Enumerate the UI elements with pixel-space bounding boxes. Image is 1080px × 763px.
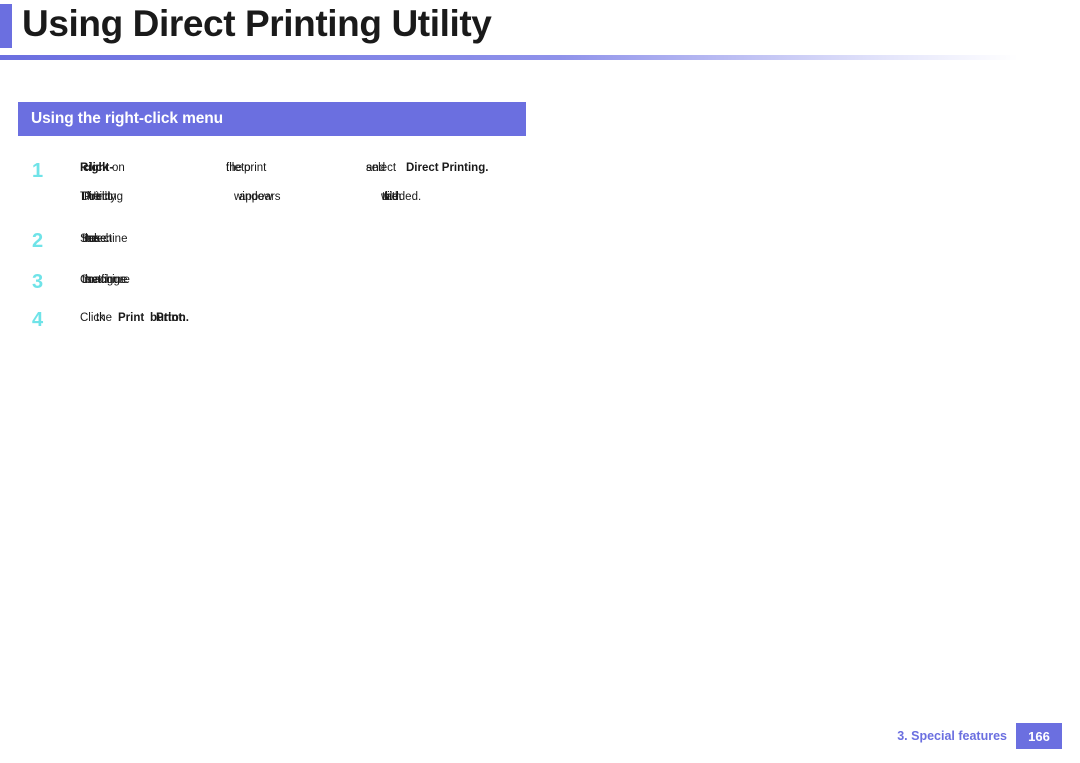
step4-seg-print-period: Print. (156, 312, 186, 324)
step1-seg-added: added. (386, 191, 422, 203)
step1-seg-appears: appears (239, 191, 281, 203)
step4-seg-print: Print (118, 312, 145, 324)
step-number: 4 (32, 309, 44, 331)
step2-seg-use: use. (88, 233, 110, 245)
step-number: 2 (32, 230, 44, 252)
header-divider (0, 55, 1018, 60)
section-heading-label: Using the right-click menu (31, 110, 224, 127)
step1-seg-click: click (83, 162, 109, 174)
step1-seg-print: print (244, 162, 267, 174)
step1-seg-file: file (226, 162, 241, 174)
footer-chapter-label: 3. Special features (897, 729, 1007, 743)
step1-seg-utility: Utility (88, 191, 117, 203)
section-heading-bar: Using the right-click menu (18, 102, 526, 136)
step4-seg-the: the (96, 312, 112, 324)
footer-page-number: 166 (1016, 723, 1062, 749)
page-footer: 3. Special features 166 (897, 723, 1062, 749)
step-number: 1 (32, 160, 44, 182)
header-accent-bar (0, 4, 12, 48)
step3-seg-settings: settings. (86, 274, 129, 286)
page-header: Using Direct Printing Utility (0, 0, 1080, 60)
step-number: 3 (32, 271, 44, 293)
step1-seg-on: on (112, 162, 125, 174)
step1-seg-direct-printing: Direct Printing. (406, 162, 489, 174)
page-title: Using Direct Printing Utility (22, 3, 492, 44)
step1-seg-select: select (366, 162, 397, 174)
